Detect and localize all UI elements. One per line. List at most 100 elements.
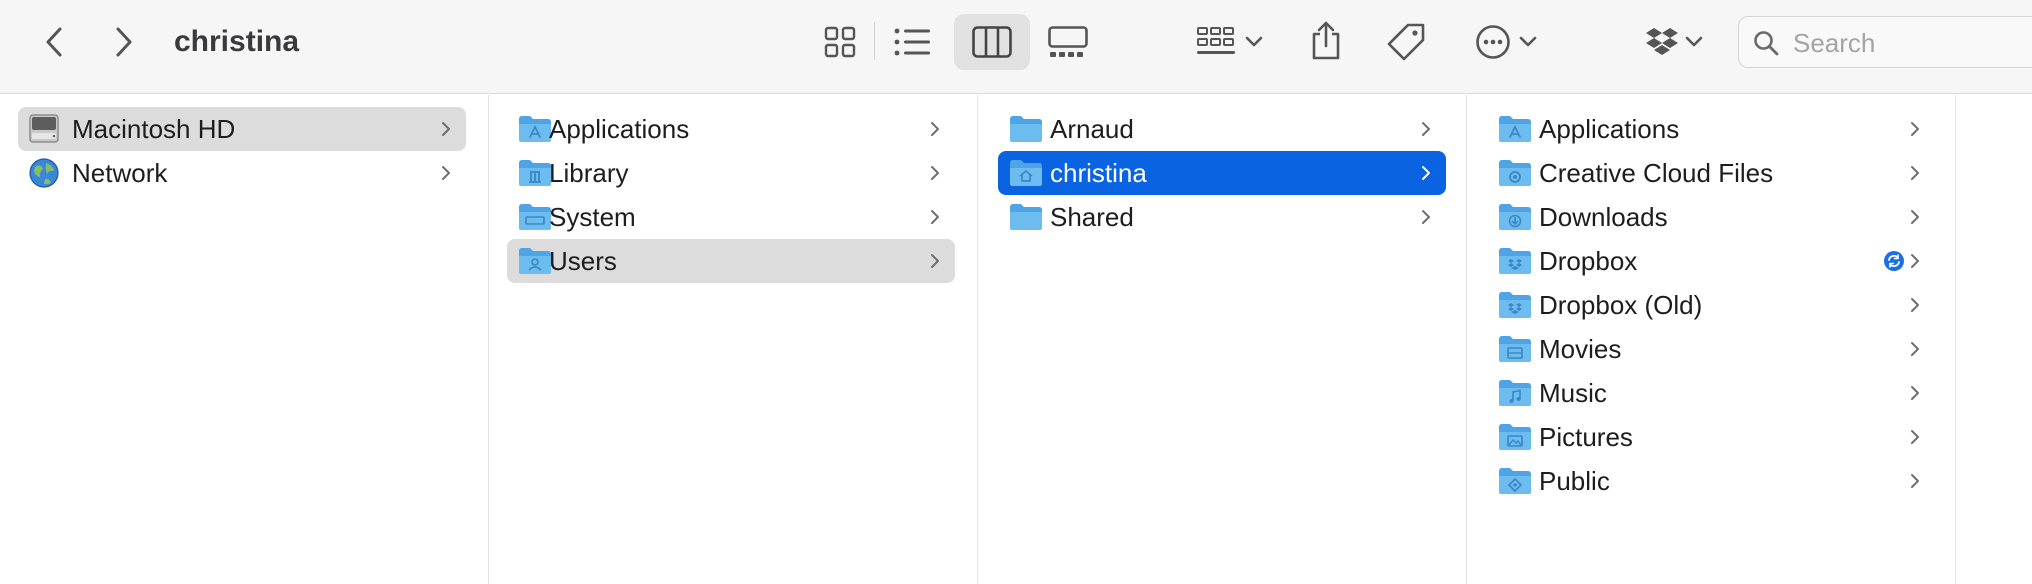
folder-system-icon [519,204,551,230]
chevron-right-icon [931,254,939,268]
list-item-applications[interactable]: Applications [507,107,955,151]
toolbar-separator [874,22,875,60]
window-title: christina [174,25,300,58]
column-view-button[interactable] [954,14,1030,70]
chevron-right-icon [1911,342,1919,356]
group-icon [1197,27,1235,54]
sync-icon [1884,251,1904,271]
list-item-label: Downloads [1539,202,1668,232]
list-item-label: Pictures [1539,422,1633,452]
column-users: Arnaud christina Shared [978,95,1467,584]
chevron-right-icon [442,122,450,136]
list-item-label: christina [1050,158,1147,188]
chevron-right-icon [1911,210,1919,224]
list-item-label: Applications [549,114,690,144]
share-button[interactable] [1306,16,1346,64]
chevron-right-icon [931,166,939,180]
folder-library-icon [519,160,551,186]
list-item-pictures[interactable]: Pictures [1487,415,1935,459]
network-globe-icon [29,158,59,188]
chevron-right-icon [931,210,939,224]
list-item-label: Users [549,246,617,276]
list-item-dropbox-old[interactable]: Dropbox (Old) [1487,283,1935,327]
group-by-button[interactable] [1192,20,1268,64]
list-item-label: Applications [1539,114,1680,144]
folder-icon [1010,116,1042,142]
chevron-down-icon [1685,36,1703,47]
gallery-view-icon [1048,26,1088,57]
list-item-library[interactable]: Library [507,151,955,195]
folder-pictures-icon [1499,424,1531,450]
folder-applications-icon [1499,116,1531,142]
search-field[interactable] [1738,16,2032,68]
list-item-christina[interactable]: christina [998,151,1446,195]
icon-view-icon [824,26,856,58]
chevron-right-icon [931,122,939,136]
list-item-label: System [549,202,636,232]
list-item-shared[interactable]: Shared [998,195,1446,239]
list-item-label: Dropbox (Old) [1539,290,1703,320]
list-item-network[interactable]: Network [18,151,466,195]
chevron-down-icon [1245,36,1263,47]
toolbar: christina [0,0,2032,94]
chevron-right-icon [116,27,132,57]
back-button[interactable] [36,20,72,64]
folder-public-icon [1499,468,1531,494]
list-item-system[interactable]: System [507,195,955,239]
list-item-dropbox[interactable]: Dropbox [1487,239,1935,283]
list-item-arnaud[interactable]: Arnaud [998,107,1446,151]
column-macintosh-hd: Applications Library System Users [489,95,978,584]
chevron-right-icon [442,166,450,180]
list-item-downloads[interactable]: Downloads [1487,195,1935,239]
list-item-label: Public [1539,466,1610,496]
chevron-right-icon [1911,386,1919,400]
list-view-icon [894,28,930,56]
list-item-label: Shared [1050,202,1134,232]
column-view-icon [972,26,1012,58]
gallery-view-button[interactable] [1044,20,1092,64]
chevron-right-icon [1422,210,1430,224]
chevron-right-icon [1422,122,1430,136]
folder-applications-icon [519,116,551,142]
chevron-left-icon [46,27,62,57]
list-view-button[interactable] [890,20,934,64]
column-christina: Applications Creative Cloud Files Downlo… [1467,95,1956,584]
column-volumes: Macintosh HD Network [0,95,489,584]
folder-icon [1010,204,1042,230]
folder-downloads-icon [1499,204,1531,230]
folder-dropbox-icon [1499,292,1531,318]
chevron-right-icon [1911,122,1919,136]
icon-view-button[interactable] [818,20,862,64]
chevron-down-icon [1519,36,1537,47]
list-item-label: Library [549,158,629,188]
list-item-public[interactable]: Public [1487,459,1935,503]
chevron-right-icon [1911,254,1919,268]
list-item-creative-cloud-files[interactable]: Creative Cloud Files [1487,151,1935,195]
share-icon [1312,21,1340,60]
search-input[interactable] [1791,25,2032,61]
list-item-label: Macintosh HD [72,114,236,144]
list-item-label: Music [1539,378,1607,408]
chevron-right-icon [1911,298,1919,312]
forward-button[interactable] [106,20,142,64]
dropbox-button[interactable] [1640,20,1708,64]
list-item-macintosh-hd[interactable]: Macintosh HD [18,107,466,151]
tag-icon [1387,23,1425,61]
list-item-music[interactable]: Music [1487,371,1935,415]
folder-creative-cloud-icon [1499,160,1531,186]
list-item-movies[interactable]: Movies [1487,327,1935,371]
list-item-label: Network [72,158,168,188]
list-item-label: Movies [1539,334,1622,364]
actions-button[interactable] [1470,20,1542,64]
folder-users-icon [519,248,551,274]
chevron-right-icon [1422,166,1430,180]
list-item-users[interactable]: Users [507,239,955,283]
folder-dropbox-icon [1499,248,1531,274]
tag-button[interactable] [1384,18,1428,66]
list-item-applications[interactable]: Applications [1487,107,1935,151]
ellipsis-circle-icon [1476,25,1510,59]
hard-drive-icon [29,114,59,143]
chevron-right-icon [1911,474,1919,488]
search-icon [1754,31,1779,56]
folder-movies-icon [1499,336,1531,362]
